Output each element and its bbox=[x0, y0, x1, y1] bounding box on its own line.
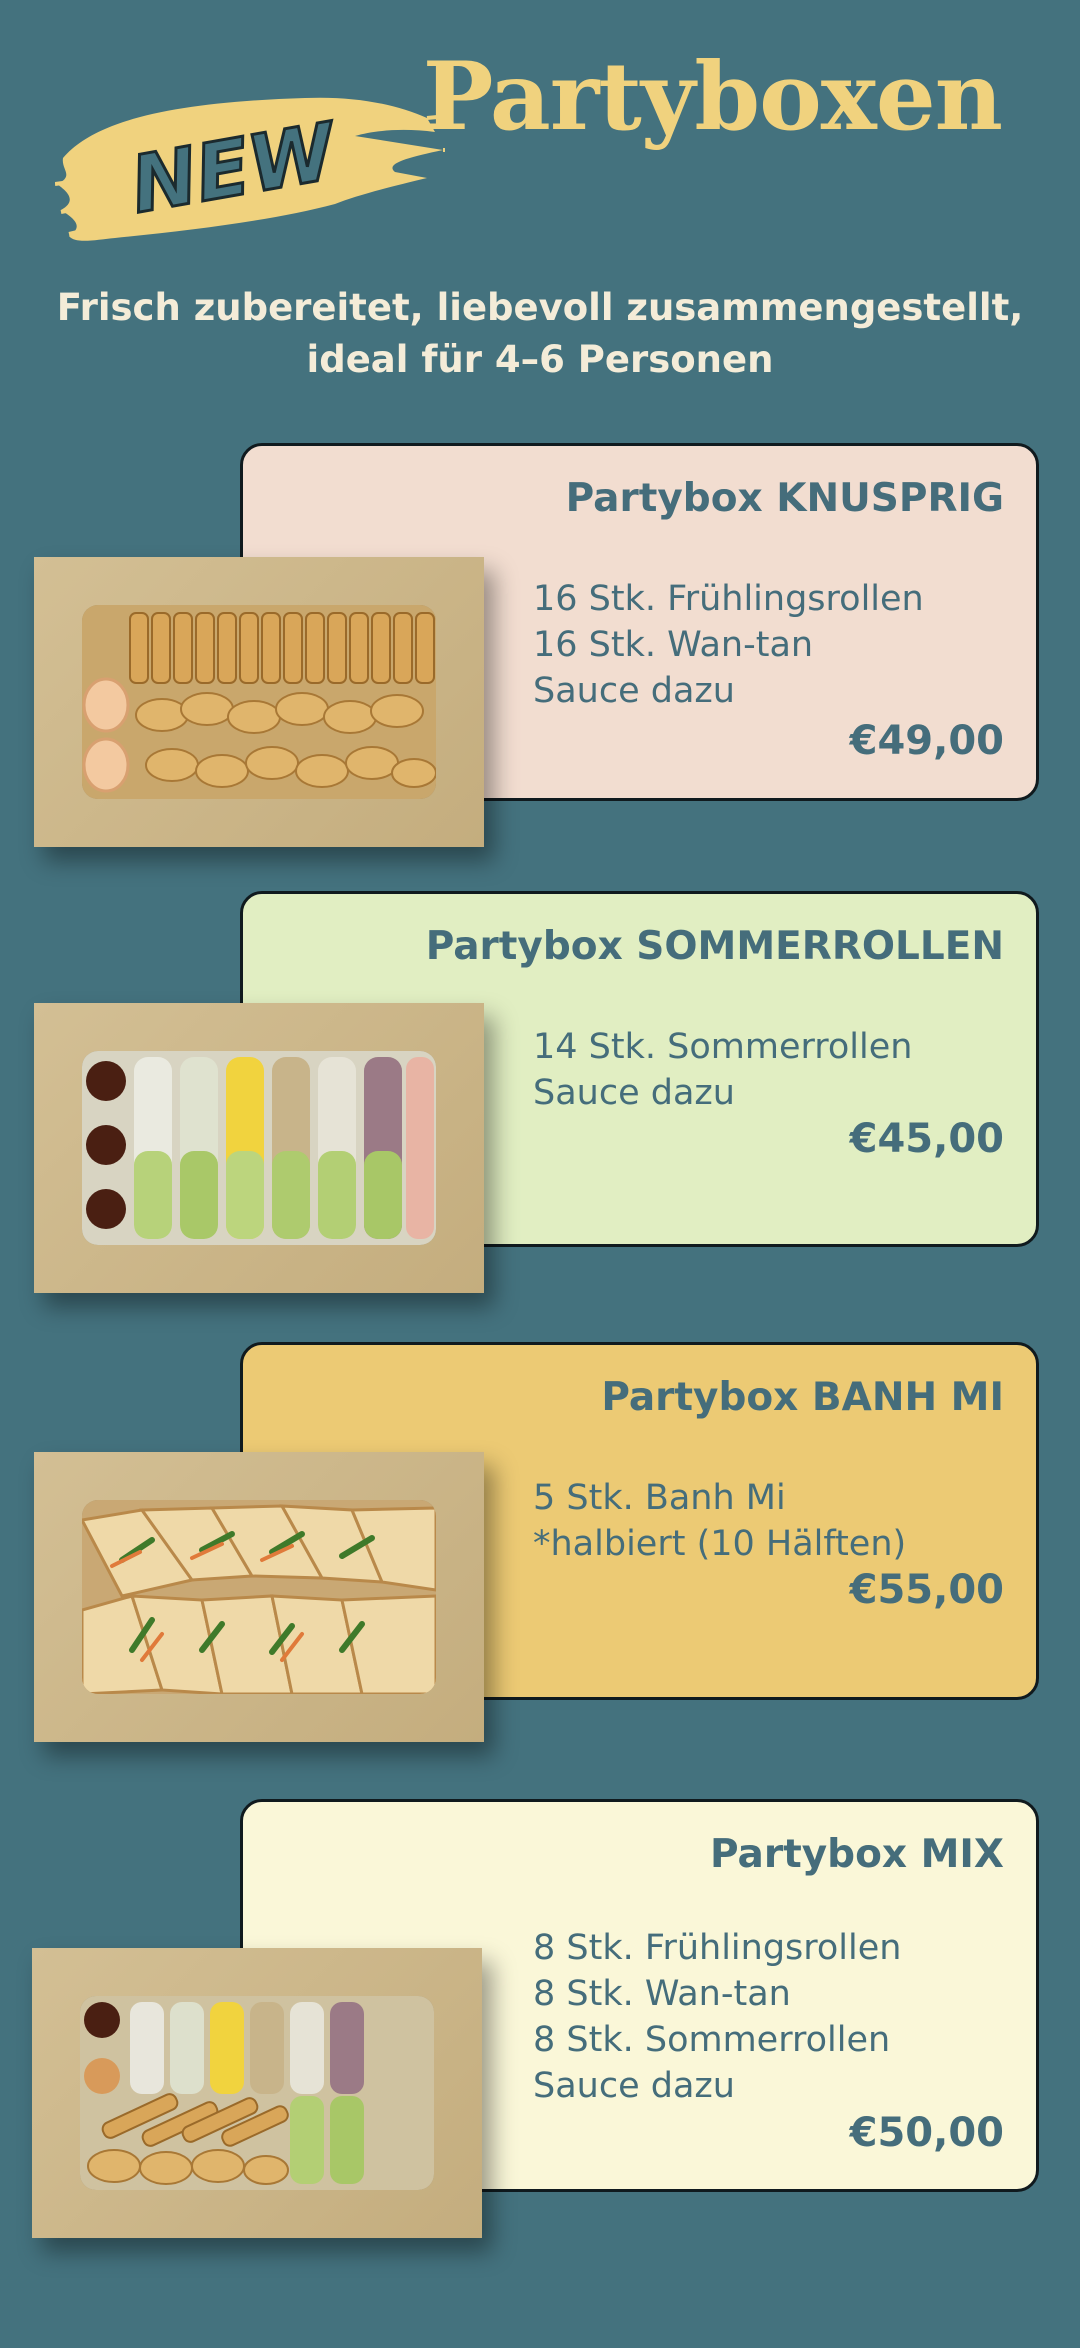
partybox-items: 16 Stk. Frühlingsrollen 16 Stk. Wan-tan … bbox=[533, 576, 924, 714]
mixed-snacks-illustration bbox=[80, 1996, 434, 2190]
partybox-title: Partybox KNUSPRIG bbox=[565, 476, 1004, 521]
item-line: Sauce dazu bbox=[533, 2066, 735, 2106]
partybox-items: 14 Stk. Sommerrollen Sauce dazu bbox=[533, 1024, 912, 1116]
item-line: 14 Stk. Sommerrollen bbox=[533, 1027, 913, 1067]
partybox-items: 8 Stk. Frühlingsrollen 8 Stk. Wan-tan 8 … bbox=[533, 1925, 901, 2109]
item-line: 16 Stk. Wan-tan bbox=[533, 625, 814, 665]
item-line: 16 Stk. Frühlingsrollen bbox=[533, 579, 924, 619]
partybox-price: €45,00 bbox=[849, 1116, 1004, 1162]
partybox-image-mix bbox=[32, 1948, 482, 2238]
fried-snacks-illustration bbox=[82, 605, 436, 799]
box-window bbox=[82, 1051, 436, 1245]
box-window bbox=[82, 605, 436, 799]
partybox-title: Partybox SOMMERROLLEN bbox=[425, 924, 1004, 969]
partybox-items: 5 Stk. Banh Mi *halbiert (10 Hälften) bbox=[533, 1475, 906, 1567]
box-window bbox=[80, 1996, 434, 2190]
item-line: 5 Stk. Banh Mi bbox=[533, 1478, 786, 1518]
item-line: Sauce dazu bbox=[533, 671, 735, 711]
partybox-image-sommerrollen bbox=[34, 1003, 484, 1293]
item-line: 8 Stk. Wan-tan bbox=[533, 1974, 791, 2014]
page-title: Partyboxen bbox=[422, 42, 1003, 152]
banh-mi-illustration bbox=[82, 1500, 436, 1694]
subtitle-line-1: Frisch zubereitet, liebevoll zusammenges… bbox=[56, 286, 1024, 329]
box-window bbox=[82, 1500, 436, 1694]
item-line: *halbiert (10 Hälften) bbox=[533, 1524, 907, 1564]
subtitle-line-2: ideal für 4–6 Personen bbox=[306, 338, 774, 381]
item-line: Sauce dazu bbox=[533, 1073, 735, 1113]
partybox-title: Partybox BANH MI bbox=[601, 1375, 1004, 1420]
page-subtitle: Frisch zubereitet, liebevoll zusammenges… bbox=[0, 282, 1080, 386]
partybox-price: €55,00 bbox=[849, 1567, 1004, 1613]
item-line: 8 Stk. Frühlingsrollen bbox=[533, 1928, 902, 1968]
partybox-price: €49,00 bbox=[849, 718, 1004, 764]
partybox-image-knusprig bbox=[34, 557, 484, 847]
new-badge: NEW bbox=[55, 97, 445, 241]
partybox-image-banhmi bbox=[34, 1452, 484, 1742]
summer-rolls-illustration bbox=[82, 1051, 436, 1245]
partybox-price: €50,00 bbox=[849, 2110, 1004, 2156]
item-line: 8 Stk. Sommerrollen bbox=[533, 2020, 891, 2060]
partybox-title: Partybox MIX bbox=[710, 1832, 1004, 1877]
